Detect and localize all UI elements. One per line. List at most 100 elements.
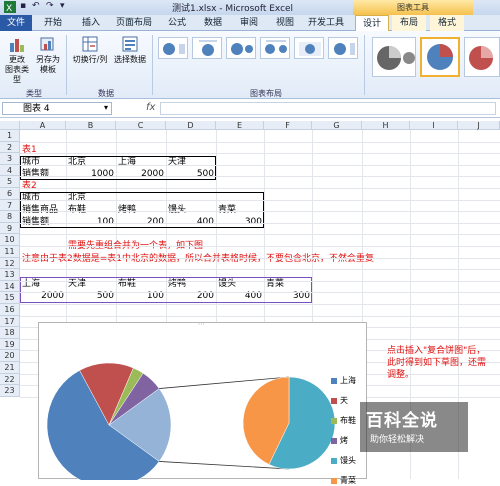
tab-review[interactable]: 审阅 — [234, 15, 264, 31]
chart-layout-3[interactable] — [226, 37, 256, 59]
grid-line — [20, 153, 500, 155]
row-header[interactable]: 20 — [0, 350, 20, 362]
undo-icon[interactable]: ↶ — [32, 1, 40, 11]
row-header[interactable]: 15 — [0, 292, 20, 304]
grid-line — [20, 304, 500, 305]
select-data-icon — [122, 36, 138, 52]
row-header[interactable]: 13 — [0, 269, 20, 281]
layout-3-icon — [231, 43, 253, 55]
tab-home[interactable]: 开始 — [38, 15, 68, 31]
grid-line — [20, 199, 500, 201]
column-header[interactable]: A — [20, 121, 66, 130]
change-chart-type-button[interactable]: 更改 图表类型 — [2, 35, 32, 85]
row-header[interactable]: 8 — [0, 211, 20, 223]
column-header[interactable]: G — [312, 121, 362, 130]
tab-file[interactable]: 文件 — [0, 15, 32, 31]
save-icon[interactable]: ▪ — [20, 1, 26, 11]
row-header[interactable]: 10 — [0, 234, 20, 246]
cell-A4[interactable]: 表2 — [22, 181, 37, 192]
row-header[interactable]: 2 — [0, 141, 20, 154]
name-box[interactable]: 图表 4 — [2, 102, 112, 115]
legend-item[interactable]: 布鞋 — [331, 415, 356, 426]
column-header[interactable]: J — [458, 121, 500, 130]
cell-A1[interactable]: 表1 — [22, 145, 37, 156]
column-header[interactable]: D — [166, 121, 216, 130]
row-header[interactable]: 4 — [0, 164, 20, 177]
chart-style-1[interactable] — [372, 37, 416, 77]
select-all-corner[interactable] — [0, 121, 20, 130]
legend-item[interactable]: 上海 — [331, 375, 356, 386]
column-header[interactable]: I — [410, 121, 458, 130]
ribbon-separator — [152, 35, 153, 95]
row-header[interactable]: 14 — [0, 280, 20, 293]
grid-line — [20, 211, 500, 213]
redo-icon[interactable]: ↷ — [46, 1, 54, 11]
select-data-button[interactable]: 选择数据 — [112, 35, 148, 65]
column-header[interactable]: B — [66, 121, 116, 130]
tab-view[interactable]: 视图 — [270, 15, 300, 31]
tab-layout[interactable]: 布局 — [392, 15, 426, 31]
tab-formulas[interactable]: 公式 — [162, 15, 192, 31]
legend-item[interactable]: 天 — [331, 395, 348, 406]
row-header[interactable]: 3 — [0, 153, 20, 165]
grid-line — [20, 141, 500, 143]
row-header[interactable]: 18 — [0, 327, 20, 339]
row-header[interactable]: 6 — [0, 188, 20, 200]
chart-layout-6[interactable] — [328, 37, 358, 59]
switch-row-column-button[interactable]: 切换行/列 — [68, 35, 112, 65]
fx-icon[interactable]: fx — [146, 102, 155, 113]
row-header[interactable]: 12 — [0, 257, 20, 270]
column-header[interactable]: F — [264, 121, 312, 130]
row-header[interactable]: 23 — [0, 385, 20, 397]
chart-layout-1[interactable] — [158, 37, 188, 59]
legend-label: 天 — [340, 396, 348, 405]
quick-access-dropdown-icon[interactable]: ▾ — [60, 1, 65, 11]
grid-line — [20, 246, 500, 247]
legend-swatch — [331, 477, 337, 484]
column-header[interactable]: C — [116, 121, 166, 130]
chart-layout-4[interactable] — [260, 37, 290, 59]
legend-item[interactable]: 青菜 — [331, 475, 356, 486]
legend-item[interactable]: 馒头 — [331, 455, 356, 466]
row-header[interactable]: 1 — [0, 130, 20, 142]
chart-resize-handle[interactable]: ⋯ — [198, 320, 205, 328]
row-header[interactable]: 5 — [0, 176, 20, 188]
annotation-text: 点击插入"复合饼图"后，此时得到如下草图，还需调整。 — [387, 346, 487, 380]
tab-developer[interactable]: 开发工具 — [304, 15, 348, 31]
chart-tools-label: 图表工具 — [353, 0, 473, 15]
row-header[interactable]: 22 — [0, 373, 20, 386]
row-header[interactable]: 7 — [0, 199, 20, 212]
row-header[interactable]: 17 — [0, 315, 20, 328]
chart-style-3[interactable] — [464, 37, 500, 77]
chart-layout-5[interactable] — [294, 37, 324, 59]
chart-area[interactable]: 上海天布鞋烤馒头青菜 — [38, 322, 367, 486]
tab-design[interactable]: 设计 — [355, 15, 389, 31]
layout-1-icon — [163, 43, 185, 55]
ribbon: 更改 图表类型 另存为 模板 类型 切换行/列 选择数据 数据 图表布局 — [0, 31, 500, 99]
tab-data[interactable]: 数据 — [198, 15, 228, 31]
chart-style-2[interactable] — [420, 37, 460, 77]
row-header[interactable]: 21 — [0, 362, 20, 374]
chart-svg — [46, 362, 336, 486]
excel-logo-icon: X — [4, 1, 16, 16]
column-header[interactable]: E — [216, 121, 264, 130]
legend-swatch — [331, 437, 337, 444]
chart-layout-2[interactable] — [192, 37, 222, 59]
row-header[interactable]: 16 — [0, 304, 20, 316]
note-line-10[interactable]: 注意由于表2数据是=表1中北京的数据，所以合并表格时候，不要包含北京，不然会重复 — [22, 254, 374, 265]
column-header[interactable]: H — [362, 121, 410, 130]
legend-swatch — [331, 377, 337, 384]
row-header[interactable]: 9 — [0, 222, 20, 235]
save-as-template-button[interactable]: 另存为 模板 — [34, 35, 62, 75]
chart-type-icon — [10, 39, 24, 52]
formula-bar: 图表 4 ▾ fx — [0, 99, 500, 118]
formula-input[interactable] — [160, 102, 496, 115]
name-box-dropdown-icon[interactable]: ▾ — [104, 103, 108, 112]
ribbon-tabs: 文件 开始 插入 页面布局 公式 数据 审阅 视图 开发工具 设计 布局 格式 — [0, 15, 500, 31]
row-header[interactable]: 19 — [0, 338, 20, 351]
tab-format[interactable]: 格式 — [430, 15, 464, 31]
row-header[interactable]: 11 — [0, 246, 20, 258]
legend-item[interactable]: 烤 — [331, 435, 348, 446]
tab-page-layout[interactable]: 页面布局 — [112, 15, 156, 31]
tab-insert[interactable]: 插入 — [76, 15, 106, 31]
